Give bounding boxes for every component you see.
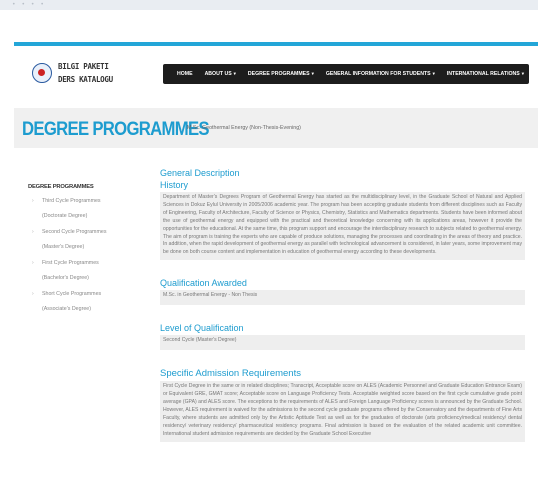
logo-line-2: DERS KATALOGU — [58, 75, 113, 84]
page-subtitle: M.Sc. Geothermal Energy (Non-Thesis-Even… — [187, 125, 301, 131]
sidebar-item-short-cycle[interactable]: › Short Cycle Programmes (Associate's De… — [28, 291, 128, 313]
sidebar: DEGREE PROGRAMMES › Third Cycle Programm… — [28, 184, 128, 322]
nav-home[interactable]: HOME — [177, 71, 193, 77]
main-content: General Description History Department o… — [160, 168, 525, 442]
sidebar-item-label: Second Cycle Programmes — [42, 229, 107, 235]
sidebar-item-label: Short Cycle Programmes — [42, 291, 102, 297]
nav-degree-programmes[interactable]: DEGREE PROGRAMMES ▾ — [248, 71, 314, 77]
admission-heading: Specific Admission Requirements — [160, 368, 301, 380]
nav-about-us-label: ABOUT US — [204, 71, 232, 77]
chevron-right-icon: › — [32, 229, 34, 235]
nav-international-relations-label: INTERNATIONAL RELATIONS — [446, 71, 520, 77]
nav-general-information[interactable]: GENERAL INFORMATION FOR STUDENTS ▾ — [326, 71, 435, 77]
caret-down-icon: ▾ — [233, 71, 236, 76]
page-title-band: DEGREE PROGRAMMES M.Sc. Geothermal Energ… — [14, 108, 538, 148]
university-seal-icon — [32, 63, 52, 83]
page-title: DEGREE PROGRAMMES — [22, 119, 210, 140]
sidebar-item-sublabel: (Doctorate Degree) — [42, 213, 88, 219]
chevron-right-icon: › — [32, 198, 34, 204]
chevron-right-icon: › — [32, 291, 34, 297]
browser-top-strip: • • • • — [0, 0, 538, 10]
history-heading: History — [160, 180, 189, 190]
sidebar-item-second-cycle[interactable]: › Second Cycle Programmes (Master's Degr… — [28, 229, 128, 251]
main-navbar: HOME ABOUT US ▾ DEGREE PROGRAMMES ▾ GENE… — [163, 64, 529, 84]
sidebar-item-third-cycle[interactable]: › Third Cycle Programmes (Doctorate Degr… — [28, 198, 128, 220]
qualification-text: M.Sc. in Geothermal Energy - Non Thesis — [160, 290, 525, 306]
sidebar-item-label: Third Cycle Programmes — [42, 198, 101, 204]
nav-degree-programmes-label: DEGREE PROGRAMMES — [247, 71, 310, 77]
sidebar-item-sublabel: (Bachelor's Degree) — [42, 275, 89, 281]
tab-dots: • • • • — [12, 1, 46, 8]
sidebar-title: DEGREE PROGRAMMES — [28, 184, 94, 190]
nav-about-us[interactable]: ABOUT US ▾ — [205, 71, 236, 77]
logo-line-1: BILGI PAKETI — [58, 62, 109, 71]
site-logo[interactable]: BILGI PAKETI DERS KATALOGU — [32, 61, 132, 91]
chevron-right-icon: › — [32, 260, 34, 266]
level-text: Second Cycle (Master's Degree) — [160, 335, 525, 351]
qualification-heading: Qualification Awarded — [160, 278, 247, 289]
site-header: BILGI PAKETI DERS KATALOGU HOME ABOUT US… — [14, 46, 538, 106]
history-text: Department of Master's Degrees Program o… — [160, 192, 525, 261]
general-description-heading: General Description — [160, 168, 240, 178]
caret-down-icon: ▾ — [432, 71, 435, 76]
nav-home-label: HOME — [177, 71, 193, 77]
admission-text: First Cycle Degree in the same or in rel… — [160, 381, 525, 442]
sidebar-item-sublabel: (Master's Degree) — [42, 244, 85, 250]
caret-down-icon: ▾ — [311, 71, 314, 76]
sidebar-item-first-cycle[interactable]: › First Cycle Programmes (Bachelor's Deg… — [28, 260, 128, 282]
sidebar-item-label: First Cycle Programmes — [42, 260, 99, 266]
caret-down-icon: ▾ — [521, 71, 525, 76]
nav-international-relations[interactable]: INTERNATIONAL RELATIONS ▾ — [447, 71, 524, 77]
nav-general-information-label: GENERAL INFORMATION FOR STUDENTS — [325, 71, 431, 77]
sidebar-item-sublabel: (Associate's Degree) — [42, 306, 91, 312]
level-heading: Level of Qualification — [160, 323, 244, 334]
